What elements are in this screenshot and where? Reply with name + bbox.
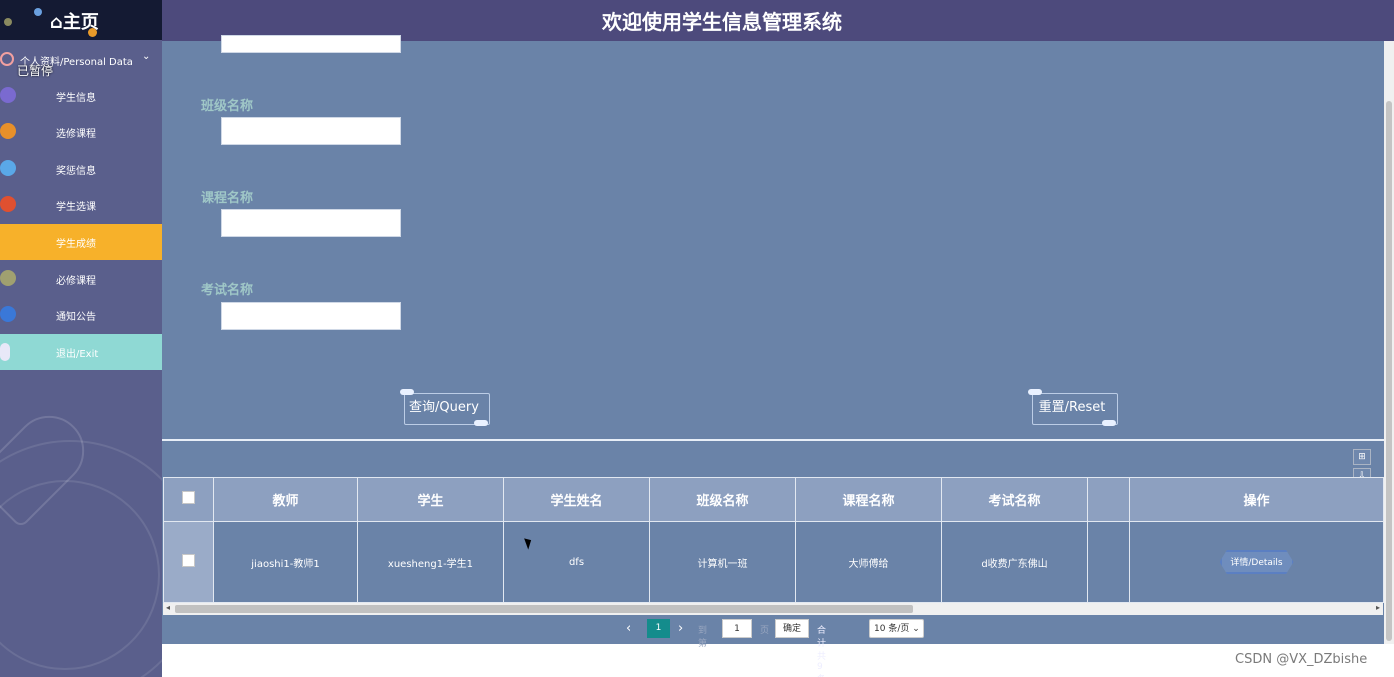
sidebar-item-label: 选修课程	[56, 129, 96, 140]
page-size-value: 10 条/页	[874, 624, 910, 634]
scrollbar-thumb[interactable]	[1386, 101, 1392, 641]
row-select-cell	[163, 521, 214, 603]
rocket-decor-icon	[1028, 389, 1042, 395]
planet-icon	[0, 160, 16, 176]
rocket-decor-icon	[400, 389, 414, 395]
planet-icon	[0, 87, 16, 103]
planet-icon	[0, 123, 16, 139]
scroll-right-icon[interactable]: ▸	[1376, 603, 1380, 612]
sidebar-item-notices[interactable]: 通知公告	[0, 297, 162, 333]
sidebar-item-label: 学生选课	[56, 202, 96, 213]
home-bar[interactable]: ⌂主页	[0, 0, 162, 40]
planet-icon	[0, 306, 16, 322]
column-header-extra	[1087, 477, 1130, 522]
sidebar-item-label: 退出/Exit	[56, 349, 99, 360]
details-button[interactable]: 详情/Details	[1219, 550, 1294, 574]
cell-course-name: 大师傅给	[795, 521, 942, 603]
cell-student: xuesheng1-学生1	[357, 521, 504, 603]
grades-table: 教师 学生 学生姓名 班级名称 课程名称 考试名称 操作 jiaoshi1-教师…	[163, 477, 1384, 603]
table-row[interactable]: jiaoshi1-教师1 xuesheng1-学生1 dfs 计算机一班 大师傅…	[163, 521, 1384, 603]
chevron-down-icon: ⌄	[912, 624, 920, 634]
paused-overlay-label: 已暂停	[17, 64, 54, 78]
column-filter-icon[interactable]: ⊞	[1353, 449, 1371, 465]
cell-exam-name: d收费广东佛山	[941, 521, 1088, 603]
current-page-button[interactable]: 1	[647, 619, 670, 638]
cell-actions: 详情/Details	[1129, 521, 1384, 603]
page-unit-label: 页	[760, 626, 770, 636]
reset-button-label: 重置/Reset	[1038, 400, 1106, 415]
cell-extra	[1087, 521, 1130, 603]
exam-name-label: 考试名称	[201, 283, 254, 298]
horizontal-scrollbar[interactable]: ◂ ▸	[163, 603, 1383, 615]
planet-icon	[0, 196, 16, 212]
class-name-input[interactable]	[221, 117, 401, 145]
sidebar: ⌂主页 个人资料/Personal Data ⌄ 已暂停 学生信息 选修课程 奖…	[0, 0, 162, 677]
sidebar-item-rewards-punishments[interactable]: 奖惩信息	[0, 151, 162, 187]
select-all-checkbox[interactable]	[182, 491, 195, 504]
section-divider	[162, 439, 1384, 441]
scrollbar-thumb[interactable]	[175, 605, 913, 613]
rocket-decor-icon	[1102, 420, 1116, 426]
home-link[interactable]: ⌂主页	[50, 8, 99, 34]
cell-student-name: dfs	[503, 521, 650, 603]
confirm-goto-button[interactable]: 确定	[775, 619, 809, 638]
column-header-student-name: 学生姓名	[503, 477, 650, 522]
sidebar-item-label: 必修课程	[56, 276, 96, 287]
vertical-scrollbar[interactable]	[1384, 41, 1394, 644]
home-label: 主页	[62, 12, 99, 33]
column-header-exam-name: 考试名称	[941, 477, 1088, 522]
course-name-label: 课程名称	[201, 191, 254, 206]
query-button-label: 查询/Query	[409, 400, 479, 415]
prev-page-icon[interactable]: ‹	[626, 621, 631, 636]
main-content: 班级名称 课程名称 考试名称 查询/Query 重置/Reset ⊞ ⇩ ⎙ 教…	[162, 35, 1384, 677]
planet-icon	[34, 8, 42, 16]
watermark: CSDN @VX_DZbishe	[1235, 652, 1368, 667]
cell-teacher: jiaoshi1-教师1	[213, 521, 358, 603]
column-header-student: 学生	[357, 477, 504, 522]
rocket-decor-icon	[474, 420, 488, 426]
sidebar-item-label: 学生信息	[56, 93, 96, 104]
sidebar-item-required-courses[interactable]: 必修课程	[0, 261, 162, 297]
goto-page-input[interactable]: 1	[722, 619, 752, 638]
goto-label: 到第	[698, 626, 708, 649]
page-title: 欢迎使用学生信息管理系统	[602, 10, 842, 34]
column-header-teacher: 教师	[213, 477, 358, 522]
sidebar-item-student-grades[interactable]: 学生成绩	[0, 224, 162, 260]
atom-icon	[0, 52, 14, 66]
column-header-actions: 操作	[1129, 477, 1384, 522]
next-page-icon[interactable]: ›	[678, 621, 683, 636]
home-icon: ⌂	[50, 12, 63, 33]
query-button[interactable]: 查询/Query	[396, 389, 492, 427]
course-name-input[interactable]	[221, 209, 401, 237]
chevron-down-icon: ⌄	[142, 51, 151, 62]
sidebar-item-exit[interactable]: 退出/Exit	[0, 334, 162, 370]
cell-class-name: 计算机一班	[649, 521, 796, 603]
class-name-label: 班级名称	[201, 99, 254, 114]
sidebar-item-course-selection[interactable]: 学生选课	[0, 187, 162, 223]
sidebar-item-label: 通知公告	[56, 312, 96, 323]
select-all-cell	[163, 477, 214, 522]
total-count: 合计共 9 条	[817, 626, 827, 677]
scroll-left-icon[interactable]: ◂	[166, 603, 170, 612]
column-header-course-name: 课程名称	[795, 477, 942, 522]
partial-input-field[interactable]	[221, 35, 401, 53]
exam-name-input[interactable]	[221, 302, 401, 330]
row-checkbox[interactable]	[182, 554, 195, 567]
reset-button[interactable]: 重置/Reset	[1024, 389, 1120, 427]
planet-icon	[4, 18, 12, 26]
table-header-row: 教师 学生 学生姓名 班级名称 课程名称 考试名称 操作	[163, 477, 1384, 522]
sidebar-item-label: 奖惩信息	[56, 166, 96, 177]
sidebar-item-elective-courses[interactable]: 选修课程	[0, 114, 162, 150]
planet-icon	[0, 270, 16, 286]
rocket-icon	[0, 343, 10, 361]
column-header-class-name: 班级名称	[649, 477, 796, 522]
page-size-select[interactable]: 10 条/页 ⌄	[869, 619, 924, 638]
sidebar-item-label: 学生成绩	[56, 239, 96, 250]
sidebar-item-student-info[interactable]: 学生信息	[0, 78, 162, 114]
